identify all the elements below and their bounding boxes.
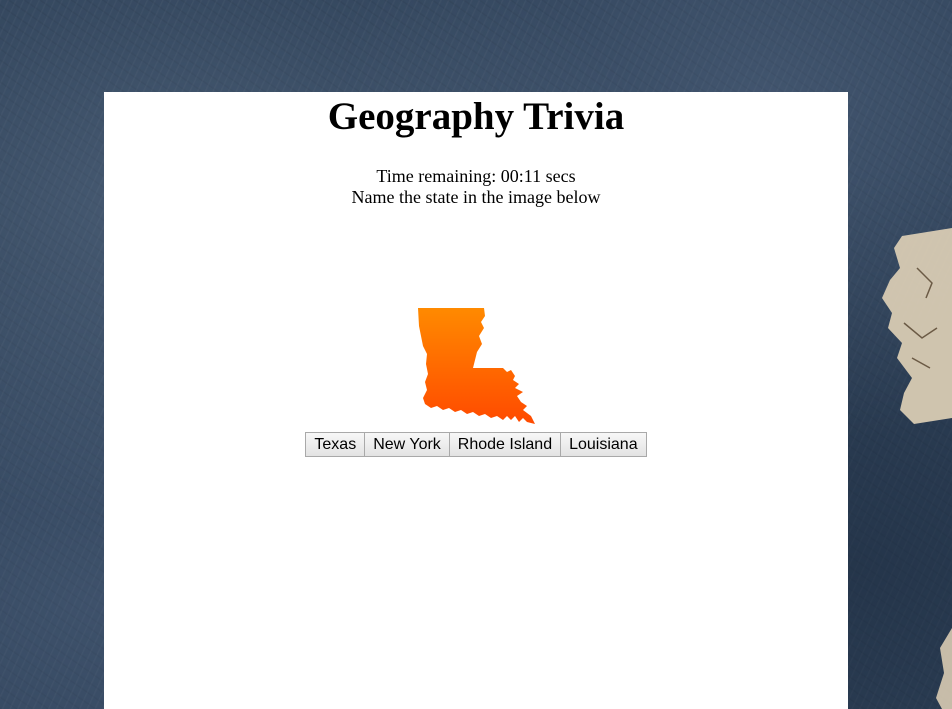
answer-button-new-york[interactable]: New York xyxy=(364,432,450,457)
answer-button-texas[interactable]: Texas xyxy=(305,432,366,457)
map-fragment-icon xyxy=(882,228,952,709)
timer-unit: secs xyxy=(545,166,576,186)
question-prompt: Name the state in the image below xyxy=(351,187,601,207)
louisiana-state-outline-icon xyxy=(418,308,535,424)
background-map-fragment xyxy=(842,228,952,709)
answer-button-louisiana[interactable]: Louisiana xyxy=(560,432,647,457)
timer-line: Time remaining: 00:11 secs xyxy=(104,166,848,187)
timer-label: Time remaining: xyxy=(376,166,497,186)
answer-buttons: Texas New York Rhode Island Louisiana xyxy=(104,432,848,457)
page-title: Geography Trivia xyxy=(327,95,625,138)
quiz-panel: Geography Trivia Time remaining: 00:11 s… xyxy=(104,92,848,709)
timer-value: 00:11 xyxy=(500,166,542,186)
answer-button-rhode-island[interactable]: Rhode Island xyxy=(448,432,562,457)
